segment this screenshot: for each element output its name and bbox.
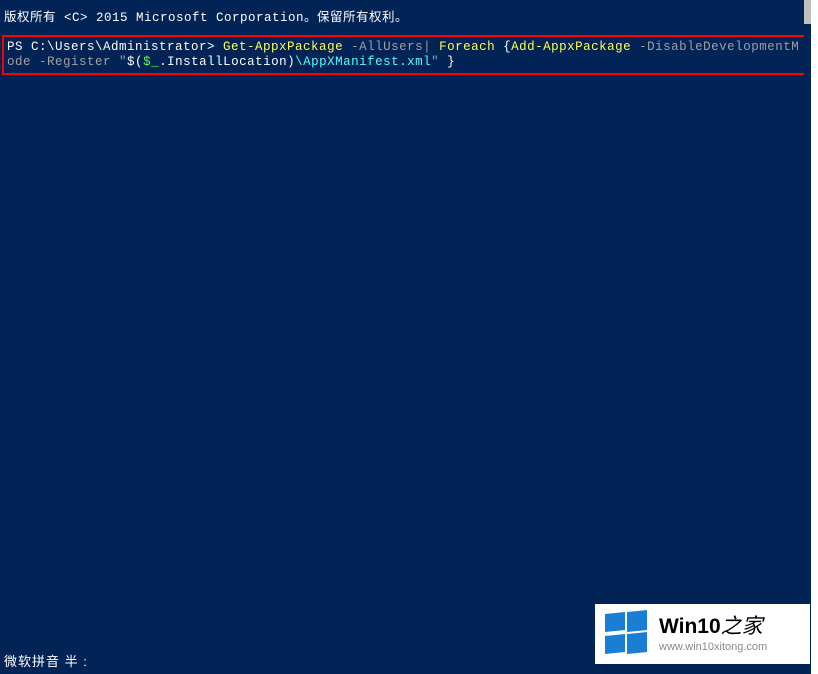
scrollbar-thumb[interactable]: [804, 0, 811, 24]
ps-prompt: PS C:\Users\Administrator>: [7, 40, 223, 54]
windows-logo-icon: [603, 611, 649, 657]
watermark-text: Win10之家 www.win10xitong.com: [659, 615, 767, 652]
expr-close: ): [287, 55, 295, 69]
quote-open: ": [119, 55, 127, 69]
vertical-scrollbar[interactable]: [804, 0, 811, 674]
pipe-operator: |: [423, 40, 431, 54]
brace-open: {: [503, 40, 511, 54]
ime-status-bar: 微软拼音 半 :: [4, 651, 88, 670]
watermark-title: Win10之家: [659, 615, 767, 638]
watermark-badge: Win10之家 www.win10xitong.com: [595, 604, 810, 664]
powershell-terminal[interactable]: 版权所有 <C> 2015 Microsoft Corporation。保留所有…: [0, 0, 811, 674]
quote-close: ": [431, 55, 439, 69]
cmdlet-add-appxpackage: Add-AppxPackage: [511, 40, 631, 54]
command-highlight-box: PS C:\Users\Administrator> Get-AppxPacka…: [2, 35, 809, 75]
param-allusers: -AllUsers: [343, 40, 423, 54]
watermark-url: www.win10xitong.com: [659, 641, 767, 653]
cmdlet-get-appxpackage: Get-AppxPackage: [223, 40, 343, 54]
dollar-underscore: $_: [143, 55, 159, 69]
terminal-output-area[interactable]: [0, 76, 804, 650]
install-location-prop: .InstallLocation: [159, 55, 287, 69]
foreach-keyword: Foreach: [431, 40, 503, 54]
expr-open: $(: [127, 55, 143, 69]
appxmanifest-path: \AppXManifest.xml: [295, 55, 431, 69]
copyright-text: 版权所有 <C> 2015 Microsoft Corporation。保留所有…: [0, 0, 811, 29]
brace-close: }: [439, 55, 455, 69]
